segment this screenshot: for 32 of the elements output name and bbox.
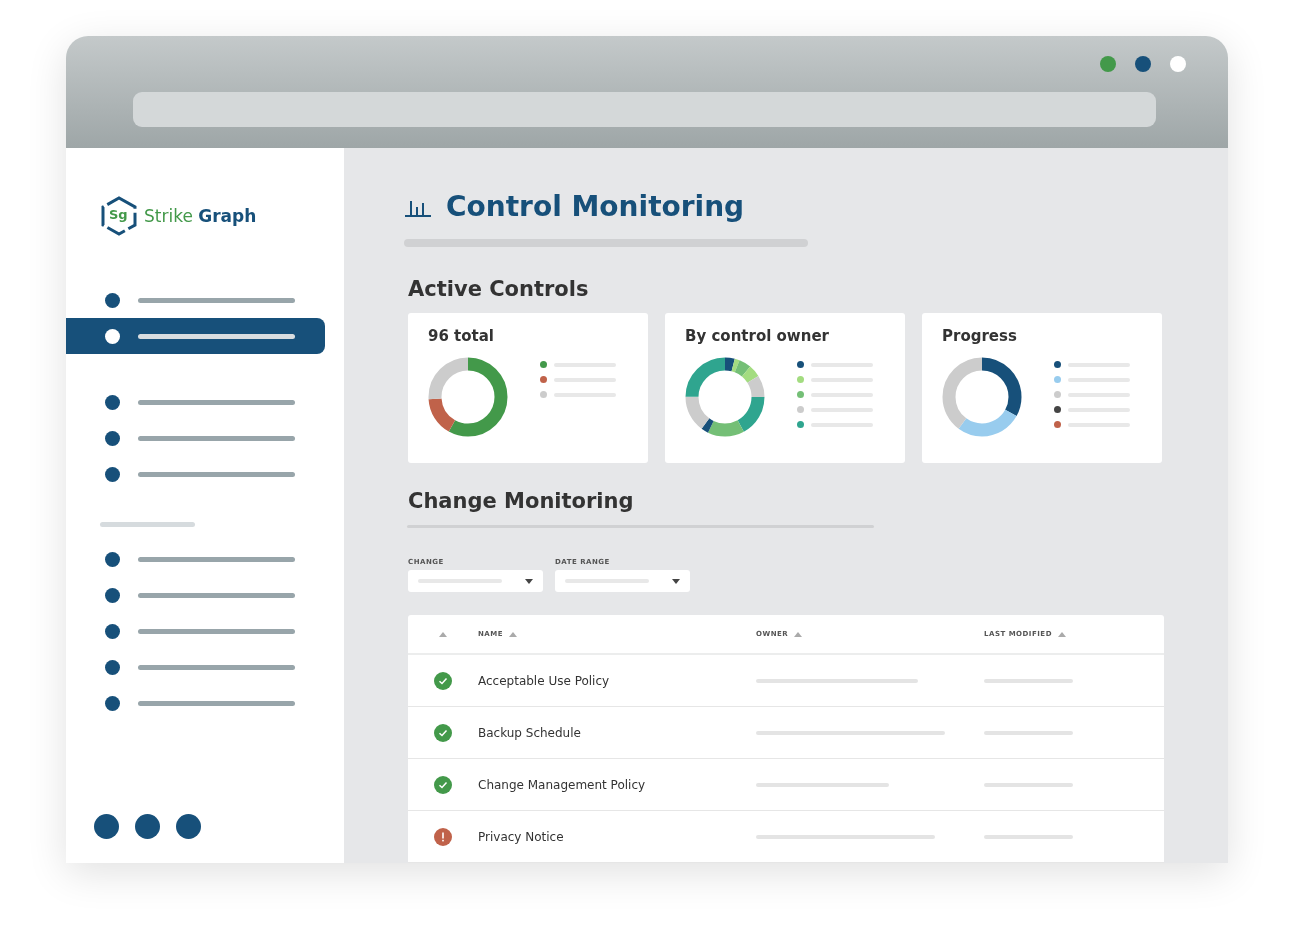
dropdown-field[interactable] xyxy=(408,570,543,592)
footer-dot[interactable] xyxy=(176,814,201,839)
footer-dot[interactable] xyxy=(94,814,119,839)
check-circle-icon xyxy=(434,775,452,794)
check-circle-icon xyxy=(434,671,452,690)
dropdown-field[interactable] xyxy=(555,570,690,592)
alert-circle-icon xyxy=(434,827,452,846)
sort-icon[interactable] xyxy=(509,631,518,637)
logo-text: Sg xyxy=(109,207,128,223)
window-dot[interactable] xyxy=(1100,56,1116,72)
card-title: Progress xyxy=(942,327,1018,345)
window-dot[interactable] xyxy=(1135,56,1151,72)
sort-icon[interactable] xyxy=(1057,631,1066,637)
policy-name: Change Management Policy xyxy=(478,777,647,792)
card-title: By control owner xyxy=(685,327,830,345)
sidebar-item[interactable] xyxy=(66,318,325,354)
policy-name: Privacy Notice xyxy=(478,829,565,844)
caret-icon[interactable] xyxy=(672,578,680,584)
section-heading: Change Monitoring xyxy=(408,489,635,513)
check-circle-icon xyxy=(434,723,452,742)
policy-name: Acceptable Use Policy xyxy=(478,673,611,688)
brand-name: Strike Graph xyxy=(144,206,257,226)
card-title: 96 total xyxy=(428,327,495,345)
sort-icon[interactable] xyxy=(439,631,447,637)
policy-name: Backup Schedule xyxy=(478,725,582,740)
hexagon-logo-icon xyxy=(100,196,138,236)
page-title: Control Monitoring xyxy=(446,190,745,223)
window-dot[interactable] xyxy=(1170,56,1186,72)
caret-icon[interactable] xyxy=(525,578,533,584)
sort-icon[interactable] xyxy=(794,631,803,637)
section-heading: Active Controls xyxy=(408,277,590,301)
footer-dot[interactable] xyxy=(135,814,160,839)
